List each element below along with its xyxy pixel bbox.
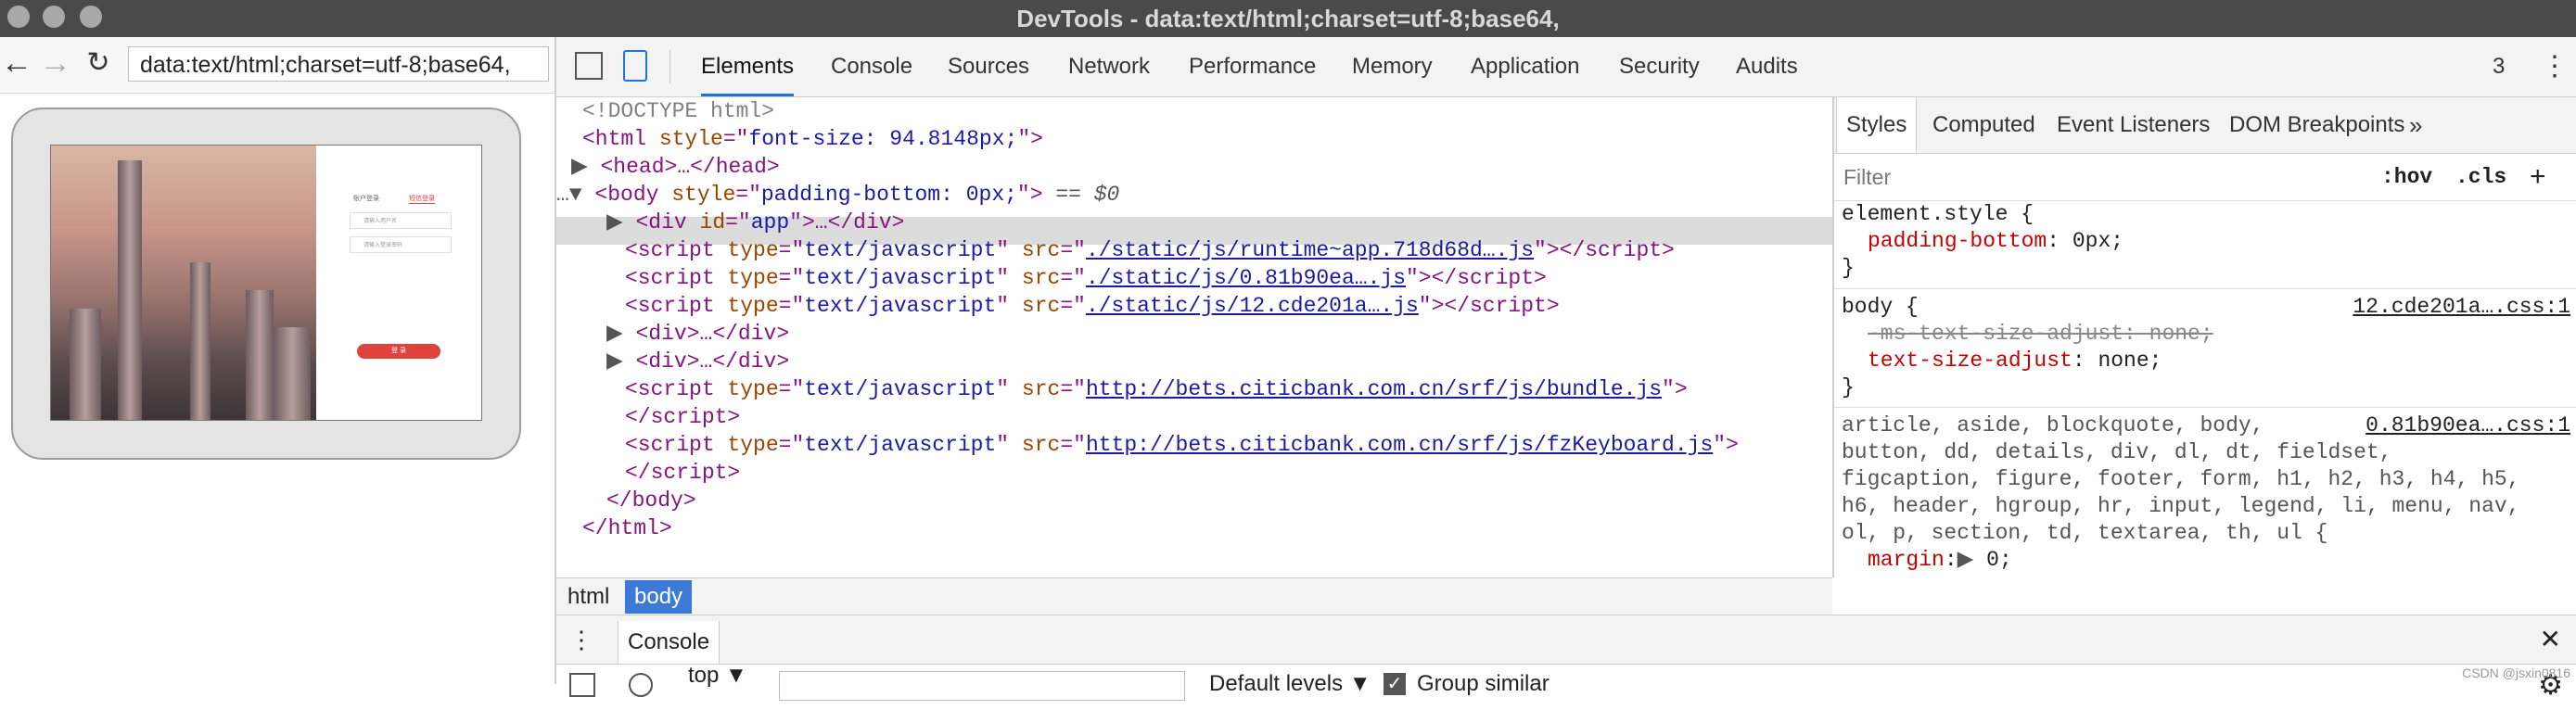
browser-navbar: ← → ↻ data:text/html;charset=utf-8;base6… bbox=[0, 37, 555, 94]
tab-application[interactable]: Application bbox=[1471, 37, 1579, 96]
body-prop-1[interactable]: -ms-text-size-adjust: none; bbox=[1868, 321, 2213, 348]
div-app-node[interactable]: ▶ <div id="app">…</div> bbox=[606, 209, 904, 236]
password-field[interactable]: 请输入登录密码 bbox=[350, 236, 452, 253]
tab-sms-login[interactable]: 短信登录 bbox=[409, 194, 435, 204]
window-title: DevTools - data:text/html;charset=utf-8;… bbox=[1016, 5, 1560, 32]
login-button[interactable]: 登 录 bbox=[357, 344, 440, 359]
elements-tree: <!DOCTYPE html> <html style="font-size: … bbox=[556, 97, 1834, 577]
console-filter-input[interactable] bbox=[779, 671, 1185, 701]
tab-account-login[interactable]: 账户登录 bbox=[353, 194, 379, 203]
body-rule-source-link[interactable]: 12.cde201a….css:1 bbox=[2353, 294, 2570, 321]
log-levels-select[interactable]: Default levels ▼ bbox=[1209, 664, 1371, 704]
device-frame: 账户登录 短信登录 请输入用户名 请输入登录密码 登 录 bbox=[11, 108, 521, 460]
context-select[interactable]: top ▼ bbox=[688, 662, 747, 690]
clear-console-icon[interactable] bbox=[629, 673, 653, 697]
console-drawer-tab[interactable]: Console bbox=[618, 621, 721, 664]
body-close: </body> bbox=[606, 488, 696, 513]
tab-computed[interactable]: Computed bbox=[1932, 97, 2035, 153]
group-similar-checkbox[interactable]: ✓ bbox=[1384, 673, 1406, 695]
page-preview-pane: ← → ↻ data:text/html;charset=utf-8;base6… bbox=[0, 37, 556, 684]
styles-pane: Styles Computed Event Listeners DOM Brea… bbox=[1834, 97, 2576, 615]
console-drawer-header: ⋮ Console ✕ bbox=[556, 615, 2576, 665]
breadcrumb: html body bbox=[556, 577, 1832, 615]
back-arrow-icon[interactable]: ← bbox=[0, 46, 33, 80]
element-style-prop[interactable]: padding-bottom: 0px; bbox=[1868, 228, 2123, 255]
devtools-panel: Elements Console Sources Network Perform… bbox=[556, 37, 2576, 701]
tab-dom-breakpoints[interactable]: DOM Breakpoints bbox=[2229, 97, 2404, 153]
script-fzkeyboard[interactable]: <script type="text/javascript" src="http… bbox=[625, 431, 1739, 459]
filter-input[interactable]: Filter bbox=[1843, 154, 1891, 200]
drawer-menu-icon[interactable]: ⋮ bbox=[569, 615, 593, 664]
tab-sources[interactable]: Sources bbox=[948, 37, 1029, 96]
tab-security[interactable]: Security bbox=[1619, 37, 1700, 96]
close-drawer-icon[interactable]: ✕ bbox=[2540, 615, 2561, 664]
username-field[interactable]: 请输入用户名 bbox=[350, 212, 452, 229]
html-open-line[interactable]: <html style="font-size: 94.8148px;"> bbox=[582, 125, 1043, 153]
crumb-body[interactable]: body bbox=[625, 580, 693, 614]
script-0[interactable]: <script type="text/javascript" src="./st… bbox=[625, 264, 1547, 292]
head-node[interactable]: ▶ <head>…</head> bbox=[571, 153, 780, 181]
issue-count[interactable]: 3 bbox=[2493, 37, 2505, 96]
tab-elements[interactable]: Elements bbox=[701, 37, 795, 96]
city-photo bbox=[51, 146, 316, 420]
more-vert-icon[interactable]: ⋮ bbox=[2541, 37, 2569, 96]
article-rule-source-link[interactable]: 0.81b90ea….css:1 bbox=[2366, 412, 2570, 439]
console-toolbar: top ▼ Default levels ▼ ✓ Group similar ⚙ bbox=[556, 662, 2576, 710]
tab-event-listeners[interactable]: Event Listeners bbox=[2057, 97, 2210, 153]
watermark: CSDN @jsxin0816 bbox=[2462, 666, 2570, 680]
script-bundle[interactable]: <script type="text/javascript" src="http… bbox=[625, 375, 1688, 403]
group-similar-label: Group similar bbox=[1417, 671, 1549, 696]
div-node-2[interactable]: ▶ <div>…</div> bbox=[606, 348, 789, 375]
margin-prop[interactable]: margin:▶ 0; bbox=[1868, 547, 2012, 574]
script-12[interactable]: <script type="text/javascript" src="./st… bbox=[625, 292, 1560, 320]
body-prop-2[interactable]: text-size-adjust: none; bbox=[1868, 348, 2162, 374]
more-tabs-icon[interactable]: » bbox=[2409, 97, 2422, 153]
address-bar[interactable]: data:text/html;charset=utf-8;base64, bbox=[128, 46, 549, 82]
add-rule-icon[interactable]: + bbox=[2530, 154, 2546, 200]
crumb-html[interactable]: html bbox=[558, 580, 618, 614]
device-toolbar-icon[interactable] bbox=[623, 50, 647, 82]
styles-filter-bar: Filter :hov .cls + bbox=[1834, 154, 2576, 201]
login-form: 账户登录 短信登录 请输入用户名 请输入登录密码 登 录 bbox=[316, 146, 481, 420]
hov-toggle[interactable]: :hov bbox=[2381, 154, 2432, 200]
script-runtime[interactable]: <script type="text/javascript" src="./st… bbox=[625, 236, 1675, 264]
tab-network[interactable]: Network bbox=[1068, 37, 1150, 96]
tab-console[interactable]: Console bbox=[831, 37, 912, 96]
doctype-line: <!DOCTYPE html> bbox=[582, 99, 775, 123]
div-node-1[interactable]: ▶ <div>…</div> bbox=[606, 320, 789, 348]
body-open-line[interactable]: …▼ <body style="padding-bottom: 0px;"> =… bbox=[556, 181, 1119, 209]
tab-audits[interactable]: Audits bbox=[1736, 37, 1798, 96]
device-screen: 账户登录 短信登录 请输入用户名 请输入登录密码 登 录 bbox=[50, 145, 482, 421]
tab-styles[interactable]: Styles bbox=[1836, 97, 1918, 153]
reload-icon[interactable]: ↻ bbox=[82, 46, 115, 80]
tab-memory[interactable]: Memory bbox=[1352, 37, 1433, 96]
sidebar-toggle-icon[interactable] bbox=[569, 673, 595, 697]
window-titlebar: DevTools - data:text/html;charset=utf-8;… bbox=[0, 0, 2576, 37]
tab-performance[interactable]: Performance bbox=[1189, 37, 1316, 96]
devtools-toolbar: Elements Console Sources Network Perform… bbox=[556, 37, 2576, 97]
cls-toggle[interactable]: .cls bbox=[2455, 154, 2506, 200]
html-close: </html> bbox=[582, 516, 672, 540]
styles-tabs: Styles Computed Event Listeners DOM Brea… bbox=[1834, 97, 2576, 154]
inspect-element-icon[interactable] bbox=[575, 52, 603, 80]
forward-arrow-icon[interactable]: → bbox=[39, 46, 72, 80]
